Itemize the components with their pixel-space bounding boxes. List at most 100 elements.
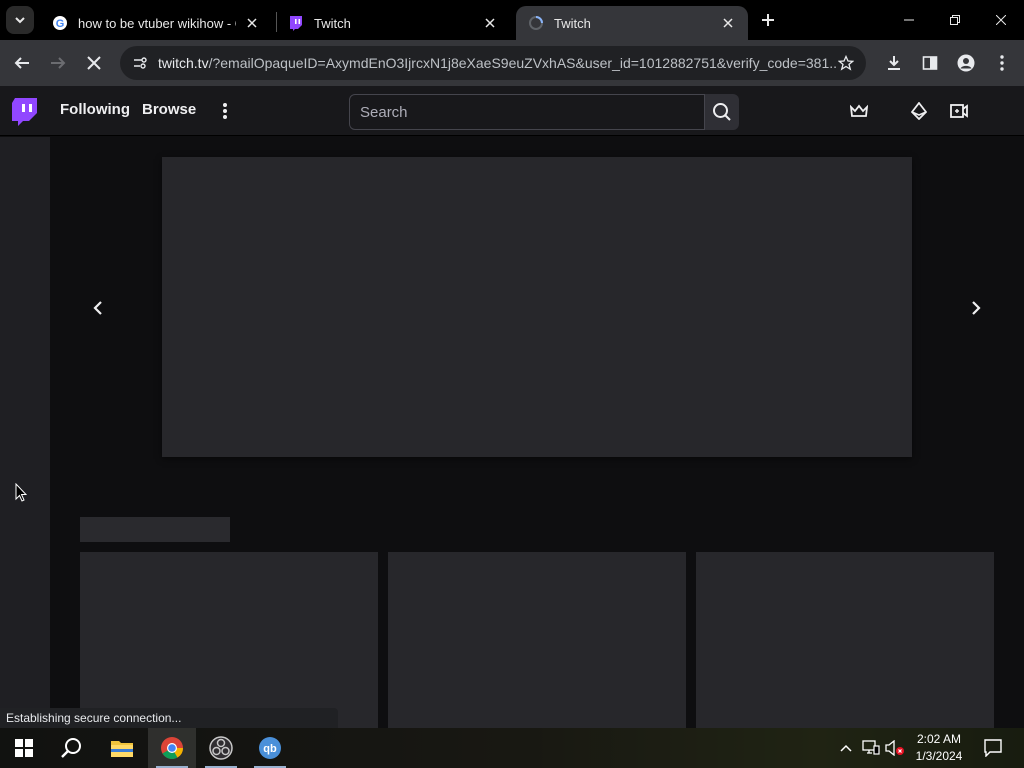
side-panel-button[interactable] — [914, 47, 946, 79]
camera-icon — [950, 104, 968, 118]
site-settings-icon[interactable] — [132, 55, 148, 71]
chevron-down-icon — [15, 17, 25, 24]
side-panel-icon — [922, 56, 938, 70]
download-icon — [888, 56, 900, 70]
obs-icon — [209, 736, 233, 760]
clock-date: 1/3/2024 — [915, 749, 963, 763]
tab-strip: G how to be vtuber wikihow - Go Twitch T… — [0, 0, 1024, 40]
taskbar-chrome[interactable] — [148, 728, 196, 768]
show-hidden-icons-button[interactable] — [836, 728, 856, 768]
search-icon — [713, 103, 731, 121]
stop-button[interactable] — [78, 47, 110, 79]
close-icon[interactable] — [720, 15, 736, 31]
carousel-prev-button[interactable] — [86, 296, 110, 320]
twitch-logo[interactable] — [12, 98, 38, 131]
featured-carousel-placeholder[interactable] — [162, 157, 912, 457]
chevron-left-icon — [93, 301, 102, 315]
windows-taskbar: qb 2:02 AM 1/3/2024 — [0, 728, 1024, 768]
plus-icon — [762, 14, 774, 26]
stream-card-placeholder[interactable] — [388, 552, 686, 728]
downloads-button[interactable] — [878, 47, 910, 79]
side-nav — [0, 137, 50, 728]
tab-search-button[interactable] — [6, 6, 34, 34]
nav-browse[interactable]: Browse — [142, 101, 196, 118]
back-button[interactable] — [6, 47, 38, 79]
network-icon — [862, 740, 880, 755]
status-bubble: Establishing secure connection... — [0, 708, 338, 728]
search-input[interactable]: Search — [349, 94, 705, 130]
volume-muted-icon — [885, 740, 904, 756]
file-explorer-icon — [111, 741, 133, 757]
close-icon[interactable] — [244, 15, 260, 31]
taskbar-obs[interactable] — [197, 728, 245, 768]
twitch-icon — [288, 15, 304, 31]
tab-title: Twitch — [554, 15, 591, 31]
more-options-button[interactable] — [216, 100, 234, 122]
close-window-button[interactable] — [978, 0, 1024, 40]
taskbar-file-explorer[interactable] — [98, 728, 146, 768]
nav-following[interactable]: Following — [60, 101, 130, 118]
carousel-next-button[interactable] — [964, 296, 988, 320]
search-button[interactable] — [705, 94, 739, 130]
bits-diamond-icon — [911, 102, 927, 120]
svg-text:qb: qb — [263, 743, 277, 755]
bookmark-star-icon[interactable] — [838, 55, 854, 71]
qbittorrent-icon: qb — [259, 737, 281, 759]
restore-icon — [950, 15, 960, 25]
tab-twitch-active[interactable]: Twitch — [516, 6, 748, 40]
twitch-top-nav: Following Browse Search — [0, 86, 1024, 136]
tab-title: Twitch — [314, 15, 351, 31]
system-clock[interactable]: 2:02 AM 1/3/2024 — [906, 731, 972, 765]
minimize-icon — [904, 19, 914, 21]
profile-button[interactable] — [950, 47, 982, 79]
network-button[interactable] — [860, 728, 882, 768]
forward-arrow-icon — [51, 57, 66, 69]
url-host: twitch.tv — [158, 55, 209, 71]
chevron-up-icon — [840, 744, 852, 752]
minimize-button[interactable] — [886, 0, 932, 40]
google-icon: G — [52, 15, 68, 31]
address-bar[interactable]: twitch.tv/?emailOpaqueID=AxymdEnO3IjrcxN… — [120, 46, 866, 80]
crown-icon — [850, 104, 868, 117]
profile-icon — [957, 54, 975, 72]
close-icon — [996, 15, 1006, 25]
start-icon — [15, 739, 33, 757]
close-icon[interactable] — [482, 15, 498, 31]
stop-icon — [87, 56, 101, 70]
clock-time: 2:02 AM — [916, 732, 962, 746]
twitch-page: Following Browse Search — [0, 86, 1024, 728]
prime-crown-button[interactable] — [849, 101, 869, 121]
taskbar-search-button[interactable] — [48, 728, 96, 768]
mouse-cursor-icon — [15, 482, 28, 507]
svg-text:G: G — [56, 18, 65, 30]
loading-icon — [528, 15, 544, 31]
more-vertical-icon — [223, 103, 227, 119]
screen: G how to be vtuber wikihow - Go Twitch T… — [0, 0, 1024, 768]
kebab-menu-icon — [1000, 55, 1004, 71]
restore-button[interactable] — [932, 0, 978, 40]
start-button[interactable] — [0, 728, 48, 768]
browser-toolbar: twitch.tv/?emailOpaqueID=AxymdEnO3IjrcxN… — [0, 40, 1024, 86]
url-text: twitch.tv/?emailOpaqueID=AxymdEnO3IjrcxN… — [158, 55, 838, 71]
menu-button[interactable] — [986, 47, 1018, 79]
search-icon — [61, 738, 81, 758]
volume-button[interactable] — [884, 728, 906, 768]
action-center-button[interactable] — [978, 728, 1008, 768]
chevron-right-icon — [972, 301, 981, 315]
section-title-placeholder — [80, 517, 230, 542]
twitch-logo-icon — [12, 98, 37, 126]
tab-title: how to be vtuber wikihow - Go — [78, 15, 236, 31]
notification-icon — [984, 739, 1002, 757]
url-path: /?emailOpaqueID=AxymdEnO3IjrcxN1j8eXaeS9… — [208, 55, 838, 71]
bits-button[interactable] — [909, 101, 929, 121]
back-arrow-icon — [14, 57, 29, 69]
tab-google[interactable]: G how to be vtuber wikihow - Go — [40, 6, 272, 40]
tab-twitch[interactable]: Twitch — [276, 6, 510, 40]
forward-button[interactable] — [42, 47, 74, 79]
chrome-icon — [161, 737, 183, 759]
go-live-button[interactable] — [949, 101, 969, 121]
stream-card-placeholder[interactable] — [696, 552, 994, 728]
taskbar-qbittorrent[interactable]: qb — [246, 728, 294, 768]
new-tab-button[interactable] — [754, 6, 782, 34]
stream-card-placeholder[interactable] — [80, 552, 378, 728]
